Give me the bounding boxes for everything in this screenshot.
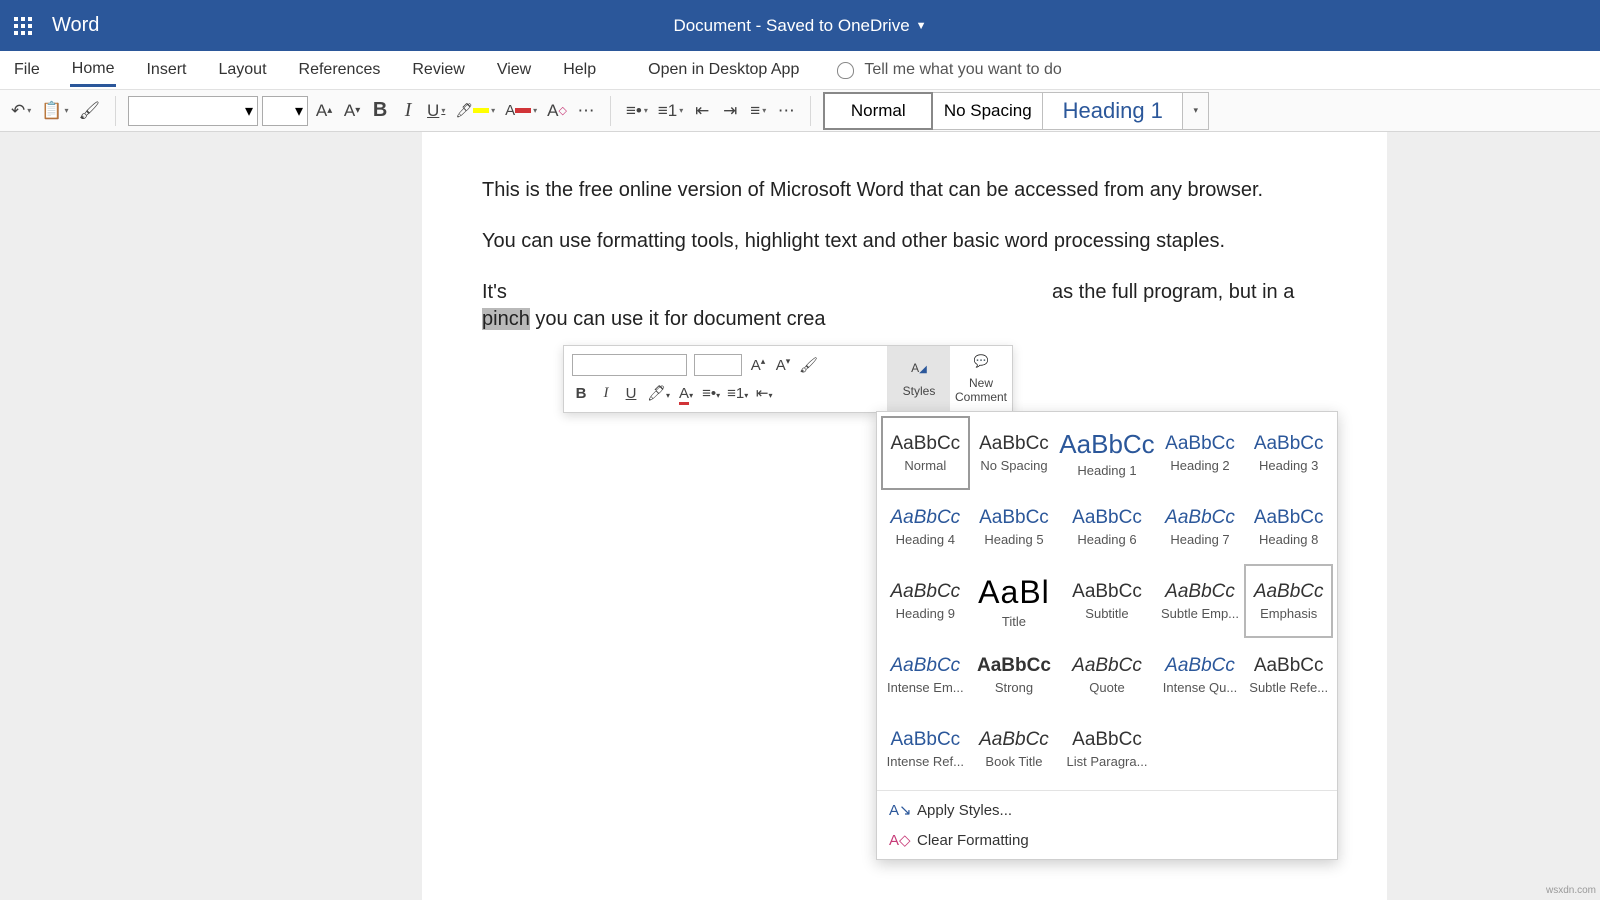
mini-underline[interactable]: U (622, 385, 640, 402)
app-name: Word (52, 14, 99, 37)
grow-font-button[interactable]: A▴ (312, 97, 336, 125)
tab-layout[interactable]: Layout (216, 55, 268, 85)
font-color-button[interactable]: A▾ (502, 97, 540, 125)
comment-icon: 💬 (974, 354, 989, 374)
style-option-subtle-emp-[interactable]: AaBbCcSubtle Emp... (1156, 564, 1245, 638)
mini-size-combo[interactable] (694, 354, 742, 376)
mini-shrink-font[interactable]: A▾ (774, 356, 792, 374)
style-option-intense-em-[interactable]: AaBbCcIntense Em... (881, 638, 970, 712)
style-no-spacing[interactable]: No Spacing (933, 92, 1043, 130)
styles-icon: A◢ (911, 361, 927, 381)
open-in-desktop-button[interactable]: Open in Desktop App (646, 55, 801, 85)
increase-indent-button[interactable]: ⇥ (718, 97, 742, 125)
tell-me-label: Tell me what you want to do (864, 61, 1061, 79)
highlight-button[interactable]: 🖊▾ (452, 97, 498, 125)
tab-view[interactable]: View (495, 55, 533, 85)
tab-help[interactable]: Help (561, 55, 598, 85)
lightbulb-icon (837, 62, 854, 79)
chevron-down-icon: ▼ (916, 20, 927, 32)
mini-font-color[interactable]: A▾ (677, 385, 695, 402)
style-heading1[interactable]: Heading 1 (1043, 92, 1183, 130)
workspace: This is the free online version of Micro… (0, 132, 1600, 900)
align-button[interactable]: ≡▾ (746, 97, 770, 125)
apply-styles-icon: A↘ (889, 801, 907, 819)
style-option-title[interactable]: AaBlTitle (970, 564, 1059, 638)
style-option-intense-qu-[interactable]: AaBbCcIntense Qu... (1156, 638, 1245, 712)
tab-references[interactable]: References (297, 55, 383, 85)
clear-formatting-label: Clear Formatting (917, 832, 1029, 849)
mini-toolbar: A▴ A▾ 🖌 B I U 🖊▾ A▾ ≡•▾ ≡1▾ ⇤▾ A◢ Styles… (563, 345, 1013, 413)
apply-styles-button[interactable]: A↘ Apply Styles... (877, 795, 1337, 825)
style-option-intense-ref-[interactable]: AaBbCcIntense Ref... (881, 712, 970, 786)
selected-text: pinch (482, 308, 530, 330)
style-option-heading-4[interactable]: AaBbCcHeading 4 (881, 490, 970, 564)
mini-highlight[interactable]: 🖊▾ (647, 384, 670, 402)
style-option-subtitle[interactable]: AaBbCcSubtitle (1058, 564, 1155, 638)
style-option-normal[interactable]: AaBbCcNormal (881, 416, 970, 490)
style-option-no-spacing[interactable]: AaBbCcNo Spacing (970, 416, 1059, 490)
style-option-subtle-refe-[interactable]: AaBbCcSubtle Refe... (1244, 638, 1333, 712)
style-option-heading-3[interactable]: AaBbCcHeading 3 (1244, 416, 1333, 490)
mini-grow-font[interactable]: A▴ (749, 356, 767, 374)
mini-format-painter[interactable]: 🖌 (799, 356, 818, 374)
style-option-list-paragra-[interactable]: AaBbCcList Paragra... (1058, 712, 1155, 786)
tab-file[interactable]: File (12, 55, 42, 85)
clear-formatting-button[interactable]: A◇ (544, 97, 570, 125)
mini-numbering[interactable]: ≡1▾ (727, 385, 748, 402)
underline-button[interactable]: U▾ (424, 97, 448, 125)
document-title[interactable]: Document - Saved to OneDrive ▼ (673, 16, 926, 36)
menu-bar: File Home Insert Layout References Revie… (0, 51, 1600, 90)
clear-formatting-icon: A◇ (889, 831, 907, 849)
format-painter-button[interactable]: 🖌 (75, 97, 103, 125)
mini-font-combo[interactable] (572, 354, 687, 376)
font-size-combo[interactable]: ▾ (262, 96, 308, 126)
tab-home[interactable]: Home (70, 54, 117, 87)
mini-bullets[interactable]: ≡•▾ (702, 385, 720, 402)
more-paragraph-button[interactable]: ⋯ (774, 97, 798, 125)
paragraph: It's ___________________________________… (482, 279, 1327, 333)
tab-insert[interactable]: Insert (144, 55, 188, 85)
title-bar: Word Document - Saved to OneDrive ▼ (0, 0, 1600, 51)
more-font-button[interactable]: ⋯ (574, 97, 598, 125)
paragraph: This is the free online version of Micro… (482, 177, 1327, 204)
styles-more-button[interactable]: ▾ (1183, 92, 1209, 130)
mini-new-comment-button[interactable]: 💬 NewComment (950, 346, 1012, 412)
undo-button[interactable]: ↶▾ (8, 97, 34, 125)
style-option-strong[interactable]: AaBbCcStrong (970, 638, 1059, 712)
decrease-indent-button[interactable]: ⇤ (690, 97, 714, 125)
mini-italic[interactable]: I (597, 385, 615, 402)
mini-styles-button[interactable]: A◢ Styles (888, 346, 950, 412)
tell-me-search[interactable]: Tell me what you want to do (837, 61, 1061, 79)
style-option-emphasis[interactable]: AaBbCcEmphasis (1244, 564, 1333, 638)
styles-gallery: AaBbCcNormalAaBbCcNo SpacingAaBbCcHeadin… (876, 411, 1338, 860)
paste-button[interactable]: 📋▾ (38, 97, 71, 125)
mini-styles-label: Styles (903, 384, 936, 398)
mini-outdent[interactable]: ⇤▾ (755, 384, 773, 402)
style-option-heading-8[interactable]: AaBbCcHeading 8 (1244, 490, 1333, 564)
font-name-combo[interactable]: ▾ (128, 96, 258, 126)
style-option-heading-1[interactable]: AaBbCcHeading 1 (1058, 416, 1155, 490)
italic-button[interactable]: I (396, 97, 420, 125)
mini-bold[interactable]: B (572, 385, 590, 402)
style-option-heading-5[interactable]: AaBbCcHeading 5 (970, 490, 1059, 564)
bullets-button[interactable]: ≡•▾ (623, 97, 651, 125)
clear-formatting-button[interactable]: A◇ Clear Formatting (877, 825, 1337, 855)
ribbon: ↶▾ 📋▾ 🖌 ▾ ▾ A▴ A▾ B I U▾ 🖊▾ A▾ A◇ ⋯ ≡•▾ … (0, 90, 1600, 132)
watermark: wsxdn.com (1546, 885, 1596, 896)
style-option-heading-2[interactable]: AaBbCcHeading 2 (1156, 416, 1245, 490)
bold-button[interactable]: B (368, 97, 392, 125)
style-option-heading-6[interactable]: AaBbCcHeading 6 (1058, 490, 1155, 564)
paragraph: You can use formatting tools, highlight … (482, 228, 1327, 255)
style-option-heading-9[interactable]: AaBbCcHeading 9 (881, 564, 970, 638)
style-option-book-title[interactable]: AaBbCcBook Title (970, 712, 1059, 786)
shrink-font-button[interactable]: A▾ (340, 97, 364, 125)
apply-styles-label: Apply Styles... (917, 802, 1012, 819)
document-title-text: Document - Saved to OneDrive (673, 16, 909, 36)
style-option-heading-7[interactable]: AaBbCcHeading 7 (1156, 490, 1245, 564)
style-normal[interactable]: Normal (823, 92, 933, 130)
tab-review[interactable]: Review (410, 55, 466, 85)
style-option-quote[interactable]: AaBbCcQuote (1058, 638, 1155, 712)
app-launcher-icon[interactable] (0, 3, 46, 49)
numbering-button[interactable]: ≡1▾ (655, 97, 686, 125)
